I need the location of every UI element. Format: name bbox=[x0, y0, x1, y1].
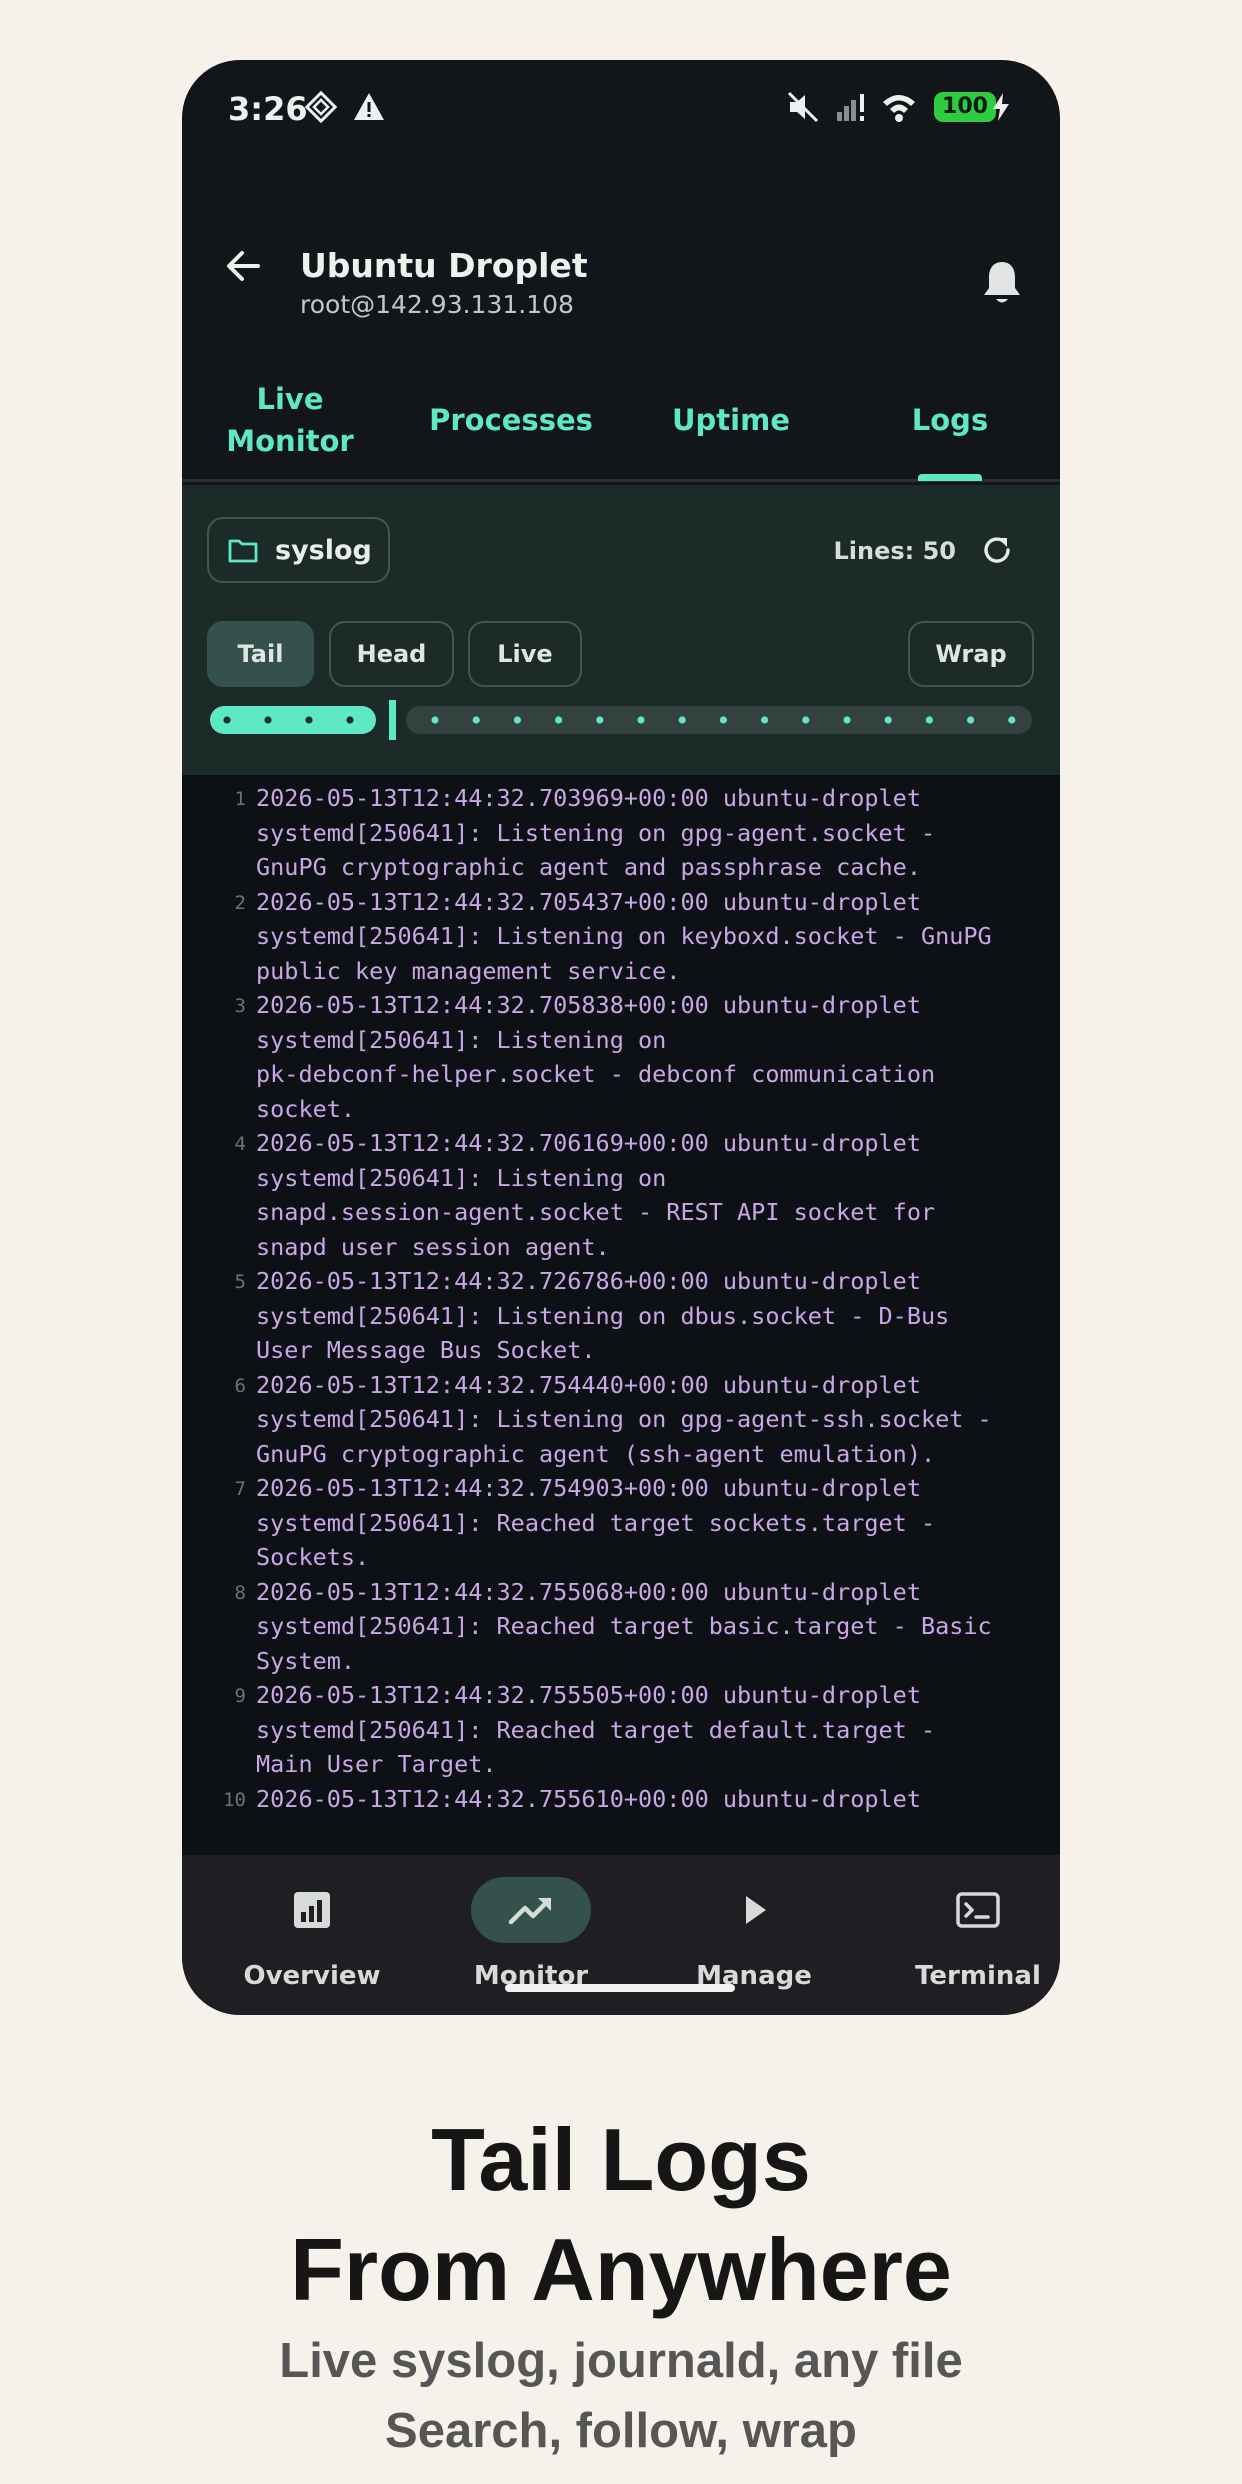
folder-icon bbox=[228, 539, 258, 563]
refresh-icon[interactable] bbox=[978, 531, 1016, 569]
terminal-icon bbox=[956, 1892, 1000, 1928]
nav-terminal[interactable]: Terminal bbox=[873, 1877, 1060, 1997]
tab-logs[interactable]: Logs bbox=[850, 360, 1050, 480]
slider-tick bbox=[223, 716, 231, 724]
bottom-navigation: Overview Monitor Manage Terminal bbox=[182, 1855, 1060, 2015]
log-line-text: 2026-05-13T12:44:32.706169+00:00 ubuntu-… bbox=[256, 1129, 936, 1261]
slider-tick bbox=[719, 716, 727, 724]
log-line: 7 2026-05-13T12:44:32.754903+00:00 ubuntu… bbox=[182, 1471, 1060, 1575]
slider-tick bbox=[472, 716, 480, 724]
log-line: 4 2026-05-13T12:44:32.706169+00:00 ubuntu… bbox=[182, 1126, 1060, 1264]
nav-overview[interactable]: Overview bbox=[207, 1877, 417, 1997]
log-line-number: 7 bbox=[234, 1478, 246, 1500]
log-line-text: 2026-05-13T12:44:32.755610+00:00 ubuntu-… bbox=[256, 1784, 921, 1813]
slider-tick bbox=[884, 716, 892, 724]
lines-slider[interactable] bbox=[210, 700, 1032, 740]
log-line-text: 2026-05-13T12:44:32.705838+00:00 ubuntu-… bbox=[256, 991, 936, 1123]
log-line-number: 8 bbox=[234, 1581, 246, 1604]
log-line-text: 2026-05-13T12:44:32.705437+00:00 ubuntu-… bbox=[256, 887, 992, 985]
log-line: 10 2026-05-13T12:44:32.755610+00:00 ubunt… bbox=[182, 1782, 1060, 1818]
trending-up-icon bbox=[508, 1897, 552, 1925]
tab-bar: Live Monitor Processes Uptime Logs bbox=[182, 360, 1060, 482]
slider-tick bbox=[637, 716, 645, 724]
battery-indicator: 100 bbox=[934, 92, 996, 122]
slider-tick bbox=[843, 716, 851, 724]
mode-head-button[interactable]: Head bbox=[329, 621, 454, 687]
log-line-text: 2026-05-13T12:44:32.755505+00:00 ubuntu-… bbox=[256, 1681, 936, 1778]
play-icon bbox=[746, 1896, 766, 1924]
slider-tick bbox=[802, 716, 810, 724]
slider-tick bbox=[925, 716, 934, 724]
file-selector-button[interactable]: syslog bbox=[207, 517, 390, 583]
mute-icon bbox=[787, 91, 819, 123]
slider-tick bbox=[761, 716, 769, 724]
bar-chart-icon bbox=[294, 1892, 330, 1928]
promo-subline: Live syslog, journald, any file Search, … bbox=[279, 2334, 963, 2458]
slider-track bbox=[406, 706, 1032, 734]
mode-live-button[interactable]: Live bbox=[468, 621, 582, 687]
slider-tick bbox=[967, 716, 975, 724]
signal-icon bbox=[837, 94, 864, 121]
lines-count: Lines: 50 bbox=[833, 537, 956, 565]
log-line: 9 2026-05-13T12:44:32.755505+00:00 ubuntu… bbox=[182, 1678, 1060, 1782]
log-line-number: 6 bbox=[234, 1374, 246, 1397]
nav-overview-label: Overview bbox=[243, 1961, 381, 1991]
log-line: 2 2026-05-13T12:44:32.705437+00:00 ubuntu… bbox=[182, 885, 1060, 989]
slider-tick bbox=[264, 716, 272, 724]
mode-tail-button[interactable]: Tail bbox=[207, 621, 314, 687]
log-line-number: 3 bbox=[234, 995, 246, 1017]
slider-thumb[interactable] bbox=[389, 700, 396, 740]
tab-processes[interactable]: Processes bbox=[411, 360, 611, 480]
slider-tick bbox=[305, 716, 313, 724]
nav-manage[interactable]: Manage bbox=[649, 1877, 859, 1997]
nav-terminal-label: Terminal bbox=[915, 1961, 1041, 1991]
log-line-number: 10 bbox=[223, 1788, 246, 1811]
slider-tick bbox=[555, 716, 563, 724]
log-line-number: 2 bbox=[234, 891, 246, 914]
slider-tick bbox=[431, 716, 439, 724]
log-output: 1 2026-05-13T12:44:32.703969+00:00 ubuntu… bbox=[182, 775, 1060, 1855]
slider-tick bbox=[678, 716, 686, 724]
tab-live-monitor[interactable]: Live Monitor bbox=[190, 360, 390, 480]
notification-bell-icon[interactable] bbox=[980, 258, 1024, 308]
vpn-key-icon bbox=[304, 90, 338, 124]
log-line-text: 2026-05-13T12:44:32.703969+00:00 ubuntu-… bbox=[256, 784, 936, 881]
log-line-text: 2026-05-13T12:44:32.755068+00:00 ubuntu-… bbox=[256, 1577, 992, 1675]
wifi-icon bbox=[883, 95, 915, 122]
alert-icon bbox=[354, 93, 384, 120]
log-line: 1 2026-05-13T12:44:32.703969+00:00 ubuntu… bbox=[182, 781, 1060, 885]
log-line-number: 4 bbox=[234, 1133, 246, 1155]
log-line: 8 2026-05-13T12:44:32.755068+00:00 ubuntu… bbox=[182, 1575, 1060, 1679]
status-bar: 3:26 100 bbox=[182, 60, 1060, 156]
home-indicator[interactable] bbox=[505, 1984, 735, 1992]
slider-tick bbox=[513, 716, 521, 724]
file-name: syslog bbox=[275, 534, 372, 566]
nav-monitor[interactable]: Monitor bbox=[426, 1877, 636, 1997]
server-address: root@142.93.131.108 bbox=[300, 290, 574, 319]
promo-headline: Tail Logs From Anywhere bbox=[290, 2110, 952, 2319]
log-line: 5 2026-05-13T12:44:32.726786+00:00 ubuntu… bbox=[182, 1264, 1060, 1368]
log-line-number: 1 bbox=[234, 788, 246, 810]
log-line: 3 2026-05-13T12:44:32.705838+00:00 ubuntu… bbox=[182, 988, 1060, 1126]
server-title: Ubuntu Droplet bbox=[300, 246, 588, 285]
slider-tick bbox=[596, 716, 604, 724]
tab-uptime[interactable]: Uptime bbox=[631, 360, 831, 480]
back-arrow-icon[interactable] bbox=[218, 240, 270, 292]
log-line-text: 2026-05-13T12:44:32.754903+00:00 ubuntu-… bbox=[256, 1474, 936, 1571]
log-controls: syslog Lines: 50 Tail Head Live Wrap bbox=[182, 485, 1060, 775]
log-line-number: 9 bbox=[234, 1685, 246, 1707]
wrap-toggle-button[interactable]: Wrap bbox=[908, 621, 1034, 687]
slider-tick bbox=[346, 716, 354, 724]
phone-screen: 3:26 100 Ubuntu Droplet root@142.93.131.… bbox=[182, 60, 1060, 2015]
battery-charging-icon bbox=[993, 93, 1009, 121]
log-line-text: 2026-05-13T12:44:32.726786+00:00 ubuntu-… bbox=[256, 1267, 950, 1364]
log-line-text: 2026-05-13T12:44:32.754440+00:00 ubuntu-… bbox=[256, 1370, 992, 1468]
status-time: 3:26 bbox=[228, 90, 308, 128]
tab-selected-indicator bbox=[918, 474, 982, 481]
log-line: 6 2026-05-13T12:44:32.754440+00:00 ubuntu… bbox=[182, 1368, 1060, 1472]
app-bar: Ubuntu Droplet root@142.93.131.108 bbox=[182, 180, 1060, 320]
slider-tick bbox=[1008, 716, 1016, 724]
log-line-number: 5 bbox=[234, 1271, 246, 1293]
